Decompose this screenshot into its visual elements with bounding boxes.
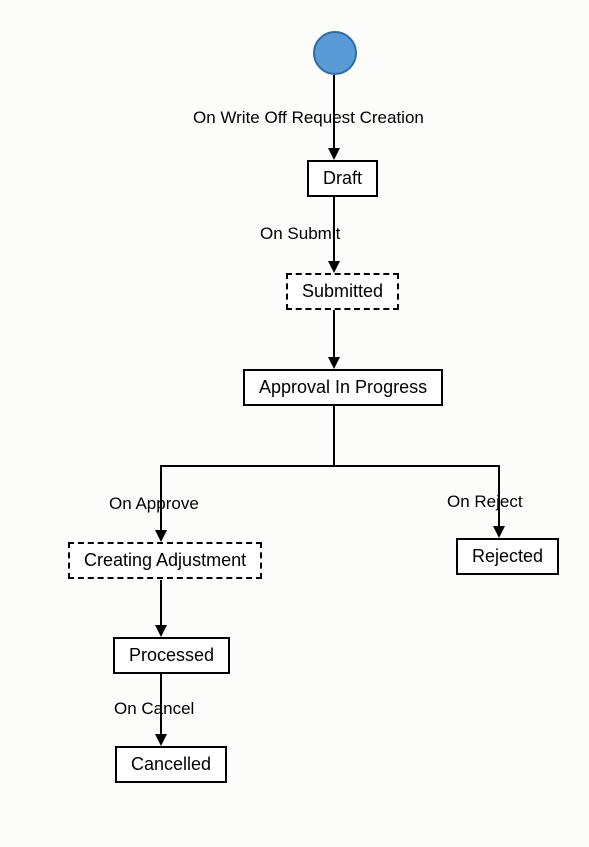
state-creating-text: Creating Adjustment	[84, 550, 246, 570]
connector-branch	[160, 465, 500, 467]
connector	[160, 580, 162, 626]
arrowhead	[328, 148, 340, 160]
label-submit: On Submit	[260, 224, 340, 244]
label-reject: On Reject	[447, 492, 523, 512]
state-cancelled: Cancelled	[115, 746, 227, 783]
label-approve: On Approve	[109, 494, 199, 514]
arrowhead	[155, 530, 167, 542]
arrowhead	[155, 734, 167, 746]
state-approval-text: Approval In Progress	[259, 377, 427, 397]
state-processed: Processed	[113, 637, 230, 674]
label-cancel: On Cancel	[114, 699, 194, 719]
connector	[333, 405, 335, 467]
state-rejected-text: Rejected	[472, 546, 543, 566]
label-creation: On Write Off Request Creation	[193, 108, 424, 128]
state-submitted: Submitted	[286, 273, 399, 310]
arrowhead	[155, 625, 167, 637]
state-rejected: Rejected	[456, 538, 559, 575]
state-submitted-text: Submitted	[302, 281, 383, 301]
state-draft-text: Draft	[323, 168, 362, 188]
arrowhead	[328, 357, 340, 369]
state-processed-text: Processed	[129, 645, 214, 665]
arrowhead	[493, 526, 505, 538]
arrowhead	[328, 261, 340, 273]
state-cancelled-text: Cancelled	[131, 754, 211, 774]
state-draft: Draft	[307, 160, 378, 197]
connector	[333, 310, 335, 358]
state-approval: Approval In Progress	[243, 369, 443, 406]
state-creating-adjustment: Creating Adjustment	[68, 542, 262, 579]
start-node	[313, 31, 357, 75]
